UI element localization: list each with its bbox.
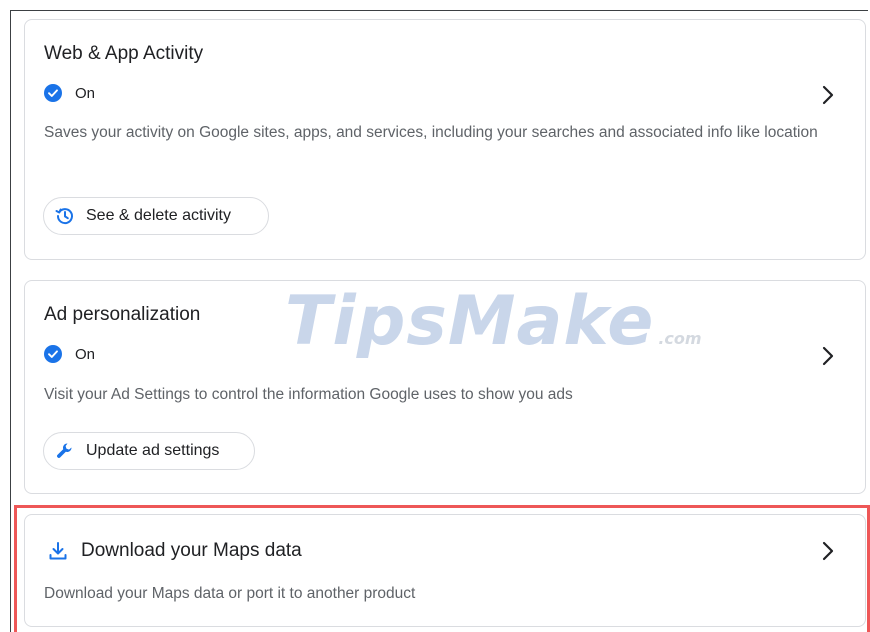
web-app-activity-card[interactable]: Web & App Activity On Saves your activit…	[24, 19, 866, 260]
ad-personalization-card[interactable]: Ad personalization On Visit your Ad Sett…	[24, 280, 866, 494]
update-ad-settings-button[interactable]: Update ad settings	[43, 432, 255, 470]
download-maps-card[interactable]: Download your Maps data Download your Ma…	[24, 514, 866, 627]
card-description: Download your Maps data or port it to an…	[44, 585, 416, 602]
check-circle-icon	[44, 345, 62, 363]
button-label: Update ad settings	[86, 442, 220, 459]
card-description: Saves your activity on Google sites, app…	[44, 124, 818, 141]
card-title: Download your Maps data	[81, 540, 302, 561]
card-description: Visit your Ad Settings to control the in…	[44, 386, 573, 403]
card-title: Web & App Activity	[44, 43, 204, 64]
wrench-icon	[54, 440, 76, 462]
check-circle-icon	[44, 84, 62, 102]
status-row: On	[44, 345, 95, 363]
status-row: On	[44, 84, 95, 102]
button-label: See & delete activity	[86, 207, 231, 224]
status-label: On	[75, 84, 96, 102]
status-label: On	[75, 345, 96, 363]
see-delete-activity-button[interactable]: See & delete activity	[43, 197, 269, 235]
download-icon	[47, 540, 69, 562]
chevron-right-icon[interactable]	[821, 540, 835, 562]
card-title: Ad personalization	[44, 304, 201, 325]
history-icon	[54, 205, 76, 227]
chevron-right-icon[interactable]	[821, 84, 835, 106]
chevron-right-icon[interactable]	[821, 345, 835, 367]
